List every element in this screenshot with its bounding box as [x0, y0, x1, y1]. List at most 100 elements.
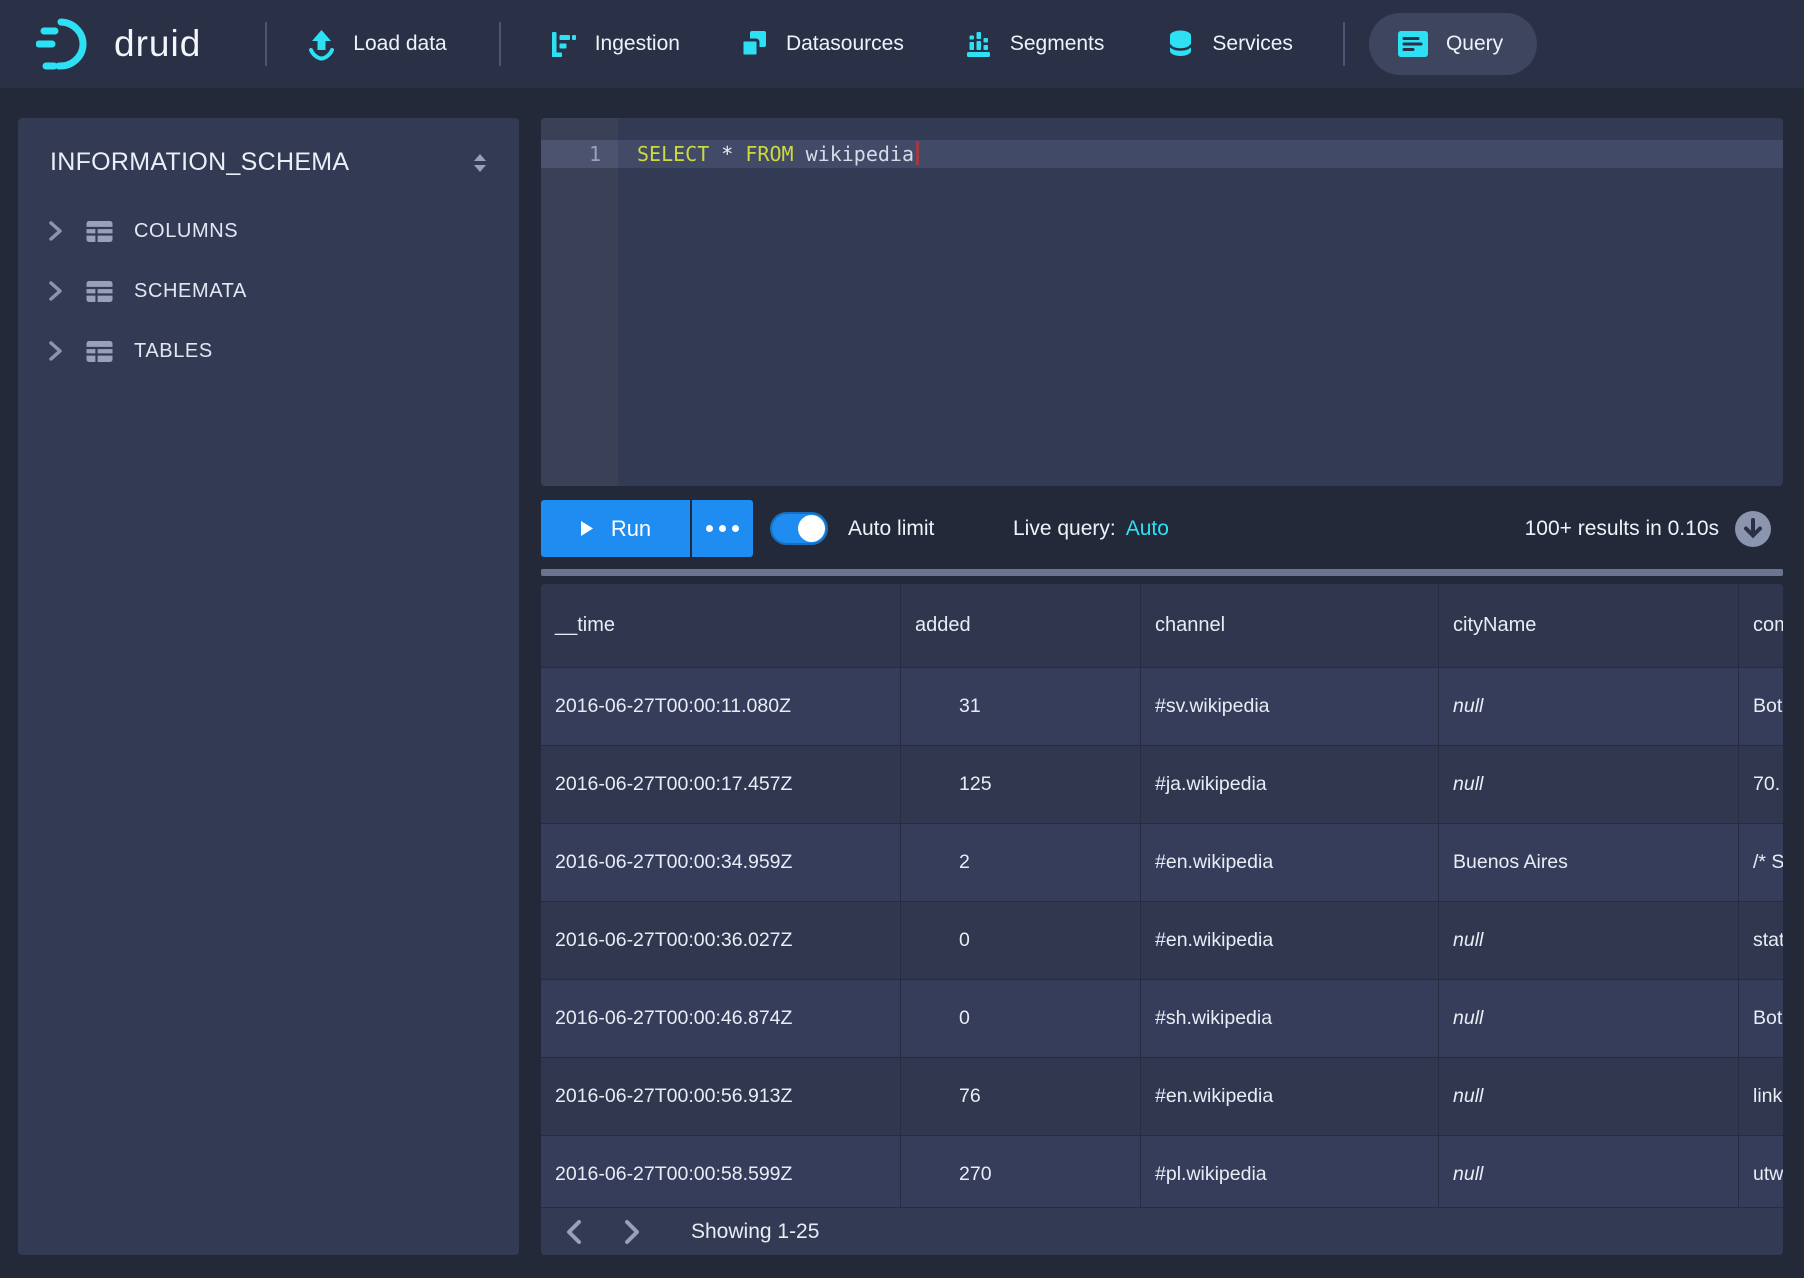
sidebar-item-columns[interactable]: COLUMNS — [18, 201, 519, 261]
druid-logo[interactable]: druid — [36, 14, 201, 74]
query-editor[interactable]: 1 SELECT * FROM wikipedia — [541, 118, 1783, 486]
line-number: 1 — [541, 140, 618, 168]
auto-limit-label: Auto limit — [848, 500, 934, 557]
navbar-divider — [499, 22, 501, 66]
table-cell[interactable]: 2016-06-27T00:00:46.874Z — [541, 980, 900, 1057]
auto-limit-toggle[interactable] — [770, 512, 828, 545]
nav-item-label: Query — [1446, 32, 1503, 56]
table-cell[interactable]: Bot — [1738, 668, 1783, 745]
next-page-button[interactable] — [623, 1219, 641, 1245]
column-header-added[interactable]: added — [900, 584, 1140, 667]
table-cell[interactable]: 2016-06-27T00:00:34.959Z — [541, 824, 900, 901]
live-query-label: Live query: — [1013, 517, 1116, 540]
table-cell[interactable]: #en.wikipedia — [1140, 1058, 1438, 1135]
table-cell[interactable]: #sv.wikipedia — [1140, 668, 1438, 745]
live-query-control: Live query: Auto — [1013, 500, 1169, 557]
double-caret-icon[interactable] — [467, 150, 493, 176]
toggle-knob — [798, 515, 825, 542]
run-button[interactable]: Run — [541, 500, 690, 557]
table-cell[interactable]: 2016-06-27T00:00:36.027Z — [541, 902, 900, 979]
sidebar-item-label: TABLES — [134, 340, 213, 363]
nav-item-label: Services — [1212, 32, 1293, 56]
chevron-right-icon — [623, 1219, 641, 1245]
results-rows: 2016-06-27T00:00:11.080Z31#sv.wikipedian… — [541, 667, 1783, 1207]
table-cell[interactable]: null — [1438, 980, 1738, 1057]
table-cell[interactable]: null — [1438, 1058, 1738, 1135]
table-icon — [85, 219, 114, 244]
navbar: druid Load data Ingestion Datasources — [0, 0, 1804, 88]
table-cell[interactable]: #en.wikipedia — [1140, 902, 1438, 979]
nav-item-segments[interactable]: Segments — [962, 28, 1105, 61]
table-cell[interactable]: 0 — [900, 980, 1140, 1057]
table-cell[interactable]: utw — [1738, 1136, 1783, 1207]
table-row: 2016-06-27T00:00:36.027Z0#en.wikipedianu… — [541, 901, 1783, 979]
dot-icon — [719, 525, 726, 532]
sql-query-text[interactable]: SELECT * FROM wikipedia — [637, 140, 919, 168]
table-cell[interactable]: 70. — [1738, 746, 1783, 823]
table-cell[interactable]: 270 — [900, 1136, 1140, 1207]
column-header-time[interactable]: __time — [541, 584, 900, 667]
table-cell[interactable]: 31 — [900, 668, 1140, 745]
table-cell[interactable]: /* S — [1738, 824, 1783, 901]
table-cell[interactable]: 2016-06-27T00:00:58.599Z — [541, 1136, 900, 1207]
panel-resize-handle[interactable] — [541, 569, 1783, 576]
table-cell[interactable]: 2 — [900, 824, 1140, 901]
navbar-divider — [265, 22, 267, 66]
table-cell[interactable]: 2016-06-27T00:00:17.457Z — [541, 746, 900, 823]
table-cell[interactable]: 2016-06-27T00:00:56.913Z — [541, 1058, 900, 1135]
nav-item-datasources[interactable]: Datasources — [738, 28, 904, 61]
schema-tree: COLUMNSSCHEMATA TABLES — [18, 201, 519, 381]
gantt-chart-icon — [547, 28, 580, 61]
dot-icon — [706, 525, 713, 532]
prev-page-button[interactable] — [565, 1219, 583, 1245]
nav-item-ingestion[interactable]: Ingestion — [547, 28, 680, 61]
table-cell[interactable]: null — [1438, 902, 1738, 979]
table-cell[interactable]: null — [1438, 668, 1738, 745]
druid-logo-icon — [36, 14, 100, 74]
database-icon — [1164, 28, 1197, 61]
more-options-button[interactable] — [692, 500, 753, 557]
column-header-cityName[interactable]: cityName — [1438, 584, 1738, 667]
results-summary-text: 100+ results in 0.10s — [1525, 517, 1719, 541]
download-icon[interactable] — [1734, 510, 1772, 548]
navbar-divider — [1343, 22, 1345, 66]
table-row: 2016-06-27T00:00:46.874Z0#sh.wikipedianu… — [541, 979, 1783, 1057]
bar-chart-icon — [962, 28, 995, 61]
upload-icon — [305, 28, 338, 61]
sql-operator: * — [721, 142, 733, 166]
chevron-right-icon — [48, 340, 63, 362]
nav-item-query[interactable]: Query — [1369, 13, 1537, 75]
table-cell[interactable]: null — [1438, 1136, 1738, 1207]
sidebar-item-tables[interactable]: TABLES — [18, 321, 519, 381]
table-icon — [85, 339, 114, 364]
nav-item-services[interactable]: Services — [1164, 28, 1293, 61]
table-cell[interactable]: #pl.wikipedia — [1140, 1136, 1438, 1207]
text-cursor — [916, 141, 919, 165]
table-cell[interactable]: link — [1738, 1058, 1783, 1135]
console-icon — [1395, 27, 1431, 61]
play-icon — [580, 520, 594, 537]
results-panel: __timeaddedchannelcityNamecomment 2016-0… — [541, 584, 1783, 1255]
table-cell[interactable]: stat — [1738, 902, 1783, 979]
table-cell[interactable]: #en.wikipedia — [1140, 824, 1438, 901]
column-header-channel[interactable]: channel — [1140, 584, 1438, 667]
live-query-value[interactable]: Auto — [1126, 517, 1169, 540]
table-cell[interactable]: 125 — [900, 746, 1140, 823]
table-icon — [85, 279, 114, 304]
table-cell[interactable]: 0 — [900, 902, 1140, 979]
table-cell[interactable]: #ja.wikipedia — [1140, 746, 1438, 823]
table-cell[interactable]: Bot — [1738, 980, 1783, 1057]
chevron-left-icon — [565, 1219, 583, 1245]
nav-item-load-data[interactable]: Load data — [305, 28, 446, 61]
table-cell[interactable]: #sh.wikipedia — [1140, 980, 1438, 1057]
table-cell[interactable]: null — [1438, 746, 1738, 823]
column-header-comment[interactable]: comment — [1738, 584, 1783, 667]
table-cell[interactable]: 2016-06-27T00:00:11.080Z — [541, 668, 900, 745]
sidebar-item-schemata[interactable]: SCHEMATA — [18, 261, 519, 321]
table-cell[interactable]: 76 — [900, 1058, 1140, 1135]
results-summary: 100+ results in 0.10s — [1525, 500, 1772, 557]
results-header-row: __timeaddedchannelcityNamecomment — [541, 584, 1783, 667]
dot-icon — [732, 525, 739, 532]
table-cell[interactable]: Buenos Aires — [1438, 824, 1738, 901]
table-row: 2016-06-27T00:00:34.959Z2#en.wikipediaBu… — [541, 823, 1783, 901]
